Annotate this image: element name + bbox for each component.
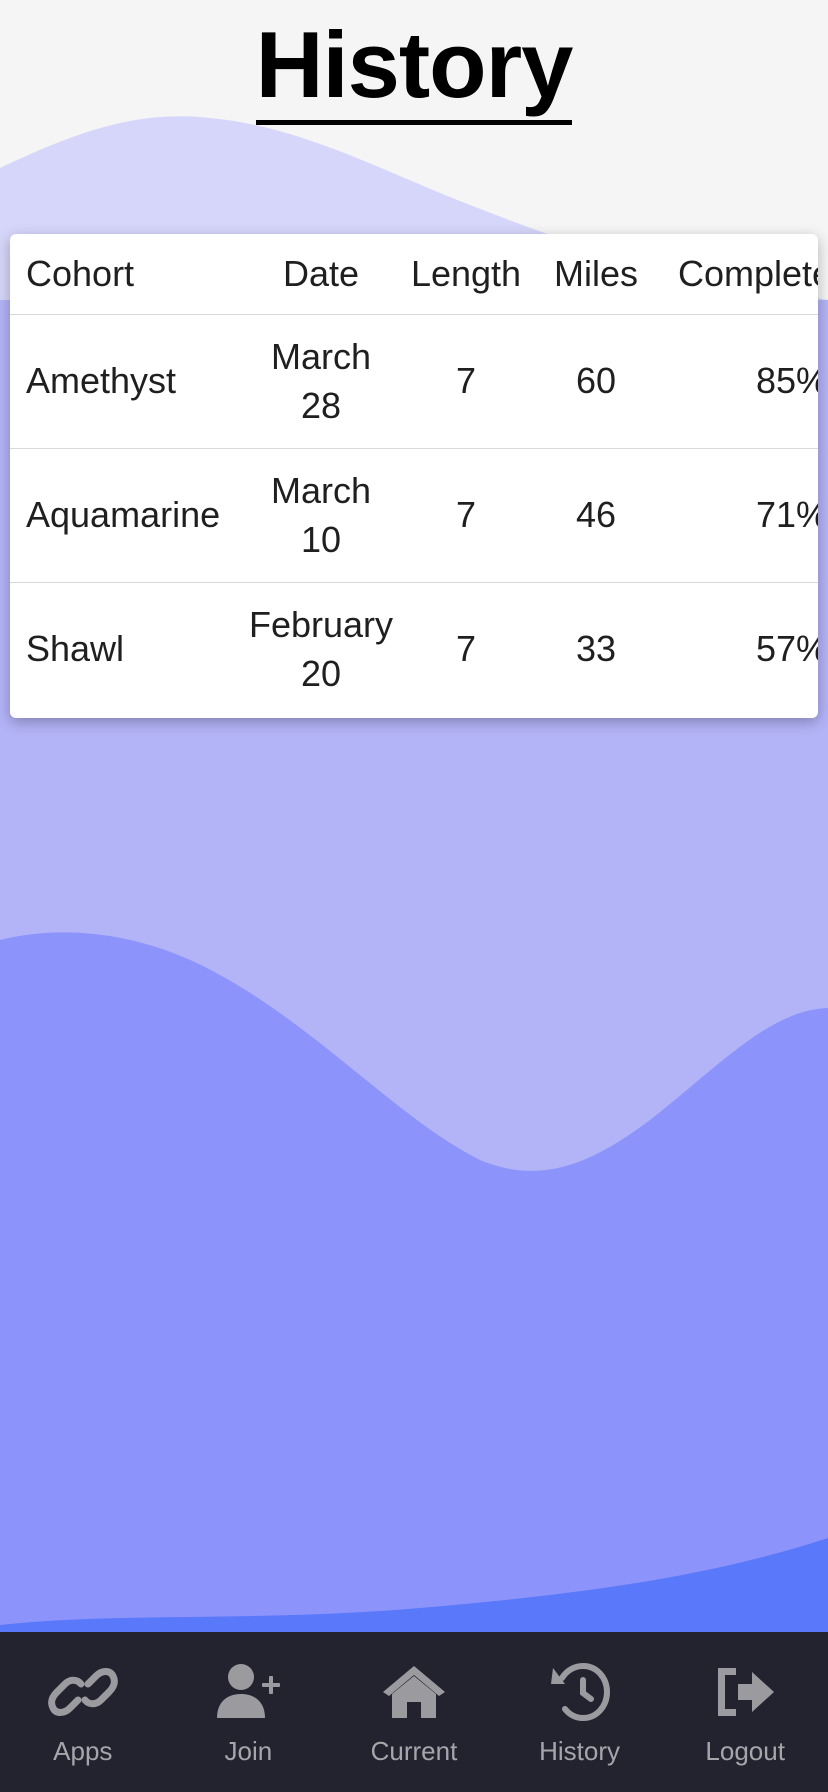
page-title-text: History [255,18,573,125]
cell-date: February 20 [248,604,394,695]
bottom-tab-bar: Apps Join Current History Logout [0,1632,828,1792]
cell-complete-value: 85% [755,360,818,401]
history-icon [550,1662,610,1722]
page-title: History [0,18,828,125]
logout-icon [718,1668,775,1716]
tab-apps[interactable]: Apps [0,1632,166,1792]
cell-cohort: Amethyst [26,360,177,401]
home-icon [382,1666,445,1718]
cell-miles: 33 [575,628,617,670]
cell-miles: 60 [575,360,617,401]
column-header-date[interactable]: Date [246,234,396,314]
cell-complete: 85% [656,314,818,448]
cell-complete: 71% [656,448,818,582]
tab-logout-label: Logout [705,1736,785,1766]
column-header-complete[interactable]: Complete [656,234,818,314]
cell-cohort: Shawl [26,628,125,670]
history-table: Cohort Date Length Miles Complete Amethy… [10,234,818,716]
tab-join[interactable]: Join [166,1632,332,1792]
cell-complete-value: 57% [755,628,818,670]
cell-complete-value: 71% [755,494,818,535]
column-header-length[interactable]: Length [396,234,536,314]
tab-history-label: History [539,1736,621,1766]
tab-join-label: Join [224,1736,273,1766]
link-icon [47,1668,118,1716]
history-screen: History Cohort Date Length Miles Complet… [0,0,828,1792]
tab-logout[interactable]: Logout [662,1632,828,1792]
tab-history[interactable]: History [497,1632,663,1792]
cell-length: 7 [455,494,477,535]
tab-current-label: Current [370,1736,458,1766]
cell-complete: 57% [656,582,818,716]
cell-miles: 46 [575,494,617,535]
cell-length: 7 [455,360,477,401]
column-header-miles[interactable]: Miles [536,234,656,314]
cell-date: March 10 [270,470,372,560]
user-plus-icon [217,1664,281,1718]
table-header-row: Cohort Date Length Miles Complete [10,234,818,314]
cell-date: March 28 [270,336,372,426]
cell-length: 7 [455,628,477,670]
tab-current[interactable]: Current [331,1632,497,1792]
table-row[interactable]: Shawl February 20 7 33 57% [10,582,818,716]
table-row[interactable]: Amethyst March 28 7 60 85% [10,314,818,448]
table-row[interactable]: Aquamarine March 10 7 46 71% [10,448,818,582]
tab-apps-label: Apps [53,1736,113,1766]
history-table-card: Cohort Date Length Miles Complete Amethy… [10,234,818,718]
cell-cohort: Aquamarine [26,494,221,535]
column-header-cohort[interactable]: Cohort [10,234,246,314]
